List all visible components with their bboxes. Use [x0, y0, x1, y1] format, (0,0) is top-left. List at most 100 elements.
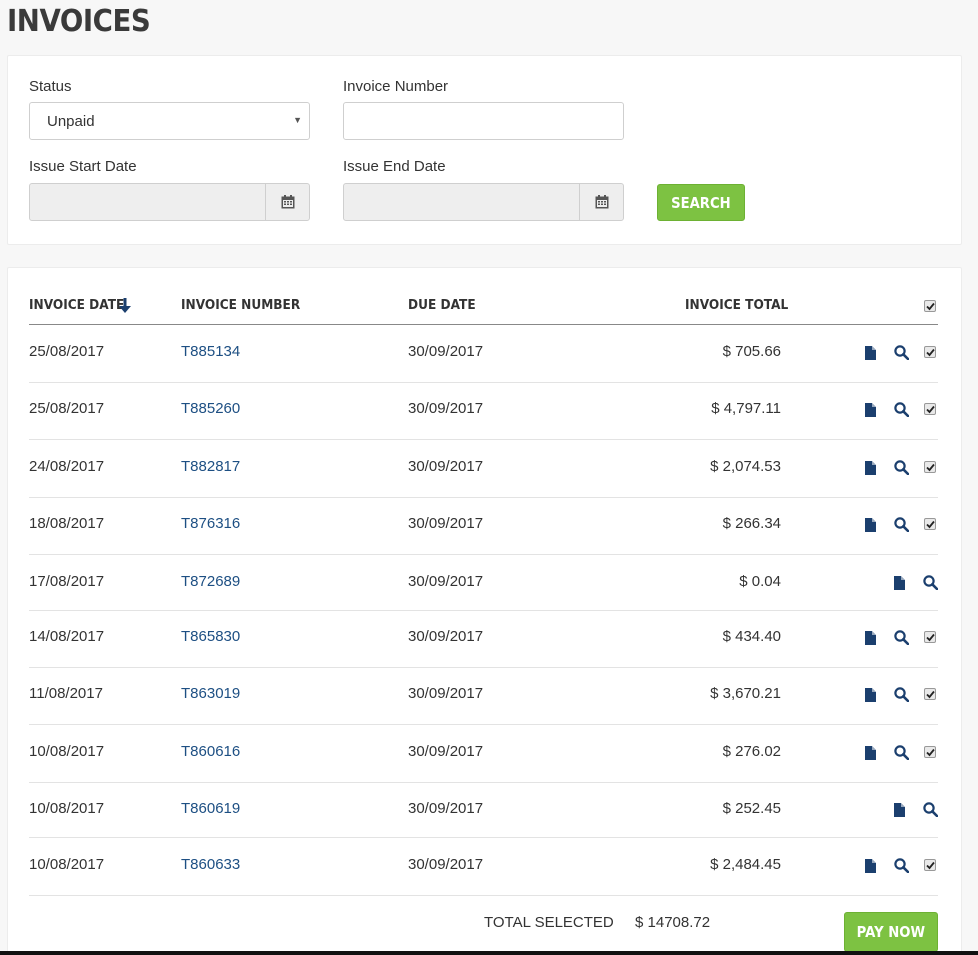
document-icon[interactable]: [865, 403, 876, 422]
invoice-number-label: Invoice Number: [343, 78, 449, 95]
invoice-total-cell: $ 2,484.45: [710, 856, 781, 873]
window-bottom-edge: [0, 951, 978, 955]
invoice-number-link[interactable]: T876316: [181, 515, 240, 532]
column-header-invoice-date-label: INVOICE DATE: [29, 297, 125, 313]
due-date-cell: 30/09/2017: [408, 628, 484, 645]
magnifier-icon[interactable]: [894, 858, 910, 878]
invoice-total-cell: $ 276.02: [722, 743, 781, 760]
pay-now-button[interactable]: PAY NOW: [844, 912, 938, 952]
caret-down-icon: ▼: [293, 115, 302, 125]
status-select[interactable]: Unpaid ▼: [29, 102, 310, 140]
issue-start-date-label: Issue Start Date: [29, 158, 137, 175]
invoice-total-cell: $ 4,797.11: [711, 400, 781, 417]
row-select-checkbox[interactable]: [924, 859, 936, 871]
row-divider: [29, 667, 938, 668]
calendar-icon[interactable]: [265, 184, 309, 220]
invoice-date-cell: 11/08/2017: [29, 685, 103, 702]
column-header-due-date-label: DUE DATE: [408, 297, 476, 313]
due-date-cell: 30/09/2017: [408, 515, 484, 532]
invoice-date-cell: 10/08/2017: [29, 856, 105, 873]
magnifier-icon[interactable]: [894, 687, 910, 707]
row-divider: [29, 610, 938, 611]
document-icon[interactable]: [894, 576, 905, 595]
invoice-number-link[interactable]: T860616: [181, 743, 240, 760]
calendar-icon[interactable]: [579, 184, 623, 220]
magnifier-icon[interactable]: [923, 575, 939, 595]
magnifier-icon[interactable]: [894, 517, 910, 537]
issue-start-date-input[interactable]: [29, 183, 310, 221]
column-header-due-date[interactable]: DUE DATE: [408, 297, 483, 313]
row-divider: [29, 554, 938, 555]
invoice-date-cell: 24/08/2017: [29, 458, 105, 475]
checkmark-icon: [926, 348, 935, 357]
status-label: Status: [29, 78, 72, 95]
column-header-invoice-number[interactable]: INVOICE NUMBER: [181, 297, 313, 313]
row-select-checkbox[interactable]: [924, 461, 936, 473]
checkmark-icon: [926, 690, 935, 699]
row-select-checkbox[interactable]: [924, 403, 936, 415]
checkmark-icon: [926, 861, 935, 870]
page-title: INVOICES: [7, 4, 151, 39]
invoice-number-link[interactable]: T860619: [181, 800, 240, 817]
magnifier-icon[interactable]: [894, 630, 910, 650]
invoice-number-link[interactable]: T885134: [181, 343, 240, 360]
results-panel: [7, 267, 962, 955]
row-divider: [29, 382, 938, 383]
invoice-number-link[interactable]: T872689: [181, 573, 240, 590]
magnifier-icon[interactable]: [894, 345, 910, 365]
invoice-date-cell: 18/08/2017: [29, 515, 105, 532]
invoice-date-cell: 25/08/2017: [29, 400, 105, 417]
invoice-number-link[interactable]: T863019: [181, 685, 240, 702]
invoice-date-cell: 25/08/2017: [29, 343, 105, 360]
checkmark-icon: [926, 520, 935, 529]
invoice-total-cell: $ 705.66: [722, 343, 781, 360]
magnifier-icon[interactable]: [923, 802, 939, 822]
column-header-invoice-total[interactable]: INVOICE TOTAL: [685, 297, 800, 313]
row-select-checkbox[interactable]: [924, 688, 936, 700]
invoice-number-input[interactable]: [343, 102, 624, 140]
row-select-checkbox[interactable]: [924, 631, 936, 643]
row-divider: [29, 439, 938, 440]
invoice-total-cell: $ 3,670.21: [710, 685, 781, 702]
due-date-cell: 30/09/2017: [408, 743, 484, 760]
row-divider: [29, 837, 938, 838]
document-icon[interactable]: [894, 803, 905, 822]
search-button[interactable]: SEARCH: [657, 184, 745, 221]
document-icon[interactable]: [865, 631, 876, 650]
invoice-number-link[interactable]: T882817: [181, 458, 240, 475]
column-header-invoice-total-label: INVOICE TOTAL: [685, 297, 789, 313]
invoice-date-cell: 10/08/2017: [29, 743, 105, 760]
invoice-number-link[interactable]: T885260: [181, 400, 240, 417]
checkmark-icon: [926, 463, 935, 472]
row-divider: [29, 724, 938, 725]
due-date-cell: 30/09/2017: [408, 800, 484, 817]
pay-now-button-label: PAY NOW: [856, 923, 926, 941]
document-icon[interactable]: [865, 859, 876, 878]
invoice-total-cell: $ 252.45: [722, 800, 781, 817]
row-select-checkbox[interactable]: [924, 518, 936, 530]
magnifier-icon[interactable]: [894, 402, 910, 422]
document-icon[interactable]: [865, 346, 876, 365]
row-divider: [29, 497, 938, 498]
select-all-checkbox[interactable]: [924, 300, 936, 312]
issue-end-date-input[interactable]: [343, 183, 624, 221]
row-select-checkbox[interactable]: [924, 346, 936, 358]
invoice-number-link[interactable]: T860633: [181, 856, 240, 873]
due-date-cell: 30/09/2017: [408, 400, 484, 417]
column-header-invoice-number-label: INVOICE NUMBER: [181, 297, 301, 313]
document-icon[interactable]: [865, 746, 876, 765]
document-icon[interactable]: [865, 688, 876, 707]
total-selected-value: $ 14708.72: [635, 914, 711, 931]
checkmark-icon: [926, 405, 935, 414]
row-divider: [29, 895, 938, 896]
invoice-date-cell: 14/08/2017: [29, 628, 105, 645]
document-icon[interactable]: [865, 518, 876, 537]
invoice-date-cell: 17/08/2017: [29, 573, 105, 590]
document-icon[interactable]: [865, 461, 876, 480]
invoice-date-cell: 10/08/2017: [29, 800, 105, 817]
sort-down-arrow-icon[interactable]: [119, 298, 131, 313]
invoice-number-link[interactable]: T865830: [181, 628, 240, 645]
magnifier-icon[interactable]: [894, 745, 910, 765]
magnifier-icon[interactable]: [894, 460, 910, 480]
row-select-checkbox[interactable]: [924, 746, 936, 758]
